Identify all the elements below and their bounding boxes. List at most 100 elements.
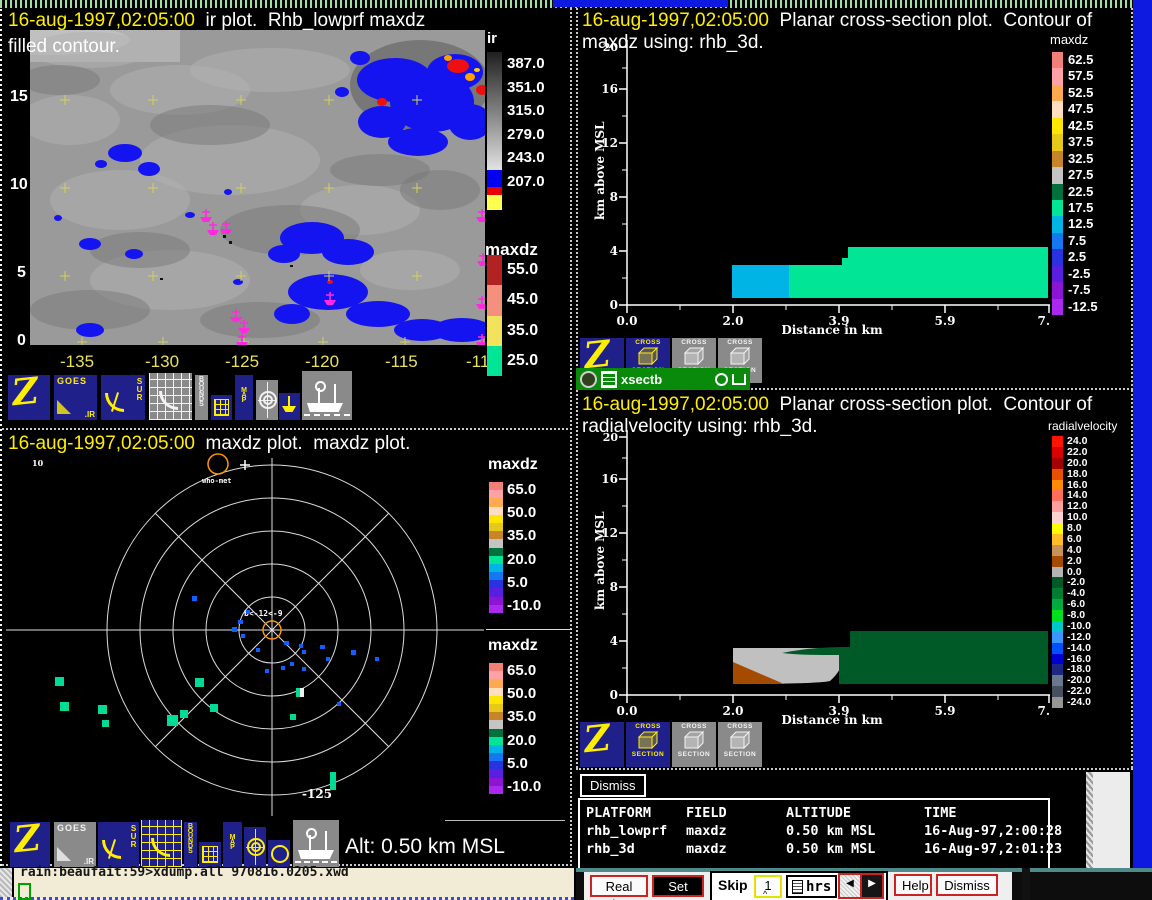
grid-radar-button[interactable] [141,820,182,867]
table-row: rhb_lowprfmaxdz0.50 km MSL16-Aug-97,2:00… [586,822,1042,840]
colorbar-swatch [489,531,503,539]
goes-label: GOES [57,823,87,833]
set-time-button[interactable]: Set Time [652,875,704,897]
small-grid-button[interactable] [211,395,232,420]
ir-maxdz-colorbar-swatches [487,255,502,376]
cross-section-button[interactable]: CROSS SECTION [672,722,716,767]
xsectb-window-title: xsectb [621,372,711,387]
help-button[interactable]: Help [894,874,932,896]
bounds-button[interactable]: BOUNDS [184,822,197,867]
hrs-units-button[interactable]: hrs [786,875,837,898]
ytick: 0 [610,298,618,312]
window-resize-button[interactable] [732,374,746,385]
colorbar-label: 47.5 [1068,101,1098,117]
colorbar-label: 62.5 [1068,52,1098,68]
colorbar-label: -7.5 [1068,282,1098,298]
map-label: MAP [241,387,248,402]
polar-web-button[interactable] [244,827,266,867]
ppi-annotation-top: who-met [202,477,232,485]
dismiss-table-button[interactable]: Dismiss [580,774,646,797]
z-glyph: Z [10,375,41,414]
surveillance-radar-button[interactable]: SUR [101,375,145,420]
bounds-button[interactable]: BOUNDS [195,375,208,420]
colorbar-label: 35.0 [507,705,541,728]
real-time-button[interactable]: Real Time [590,875,648,897]
window-menu-button[interactable] [580,371,597,388]
colorbar-swatch [1052,534,1063,545]
window-minimize-button[interactable] [715,373,728,386]
zebra-logo-button[interactable]: Z [580,722,624,767]
xsectb-titlebar[interactable]: xsectb [576,368,750,390]
xa-colorbar-labels: 62.557.552.547.542.537.532.527.522.517.5… [1068,52,1098,315]
ship-button[interactable] [302,371,352,420]
skip-value-field[interactable]: 1 [754,875,782,898]
ship-button[interactable] [293,820,339,867]
colorbar-swatch [489,769,503,777]
colorbar-swatch [1052,567,1063,578]
buoy-button[interactable] [279,393,300,420]
table-header-row: PLATFORMFIELDALTITUDETIME [586,804,1042,822]
colorbar-swatch [1052,233,1063,249]
ir-title: 16-aug-1997,02:05:00 ir plot. Rhb_lowprf… [8,10,425,32]
dismiss-control-button[interactable]: Dismiss [936,874,998,896]
iconified-scrollbar-window[interactable] [1086,772,1130,868]
ppi-geo-label-125: -125 [302,787,332,801]
table-cell: FIELD [686,804,786,822]
ytick: 4 [610,634,618,648]
surveillance-radar-button[interactable]: SUR [98,822,139,867]
ir-colorbar-blue-block [487,170,502,187]
colorbar-label: 52.5 [1068,85,1098,101]
polar-web-button[interactable] [256,380,278,420]
colorbar-swatch [1052,686,1063,697]
ytick: 4 [610,244,618,258]
cross-label: CROSS [626,339,670,346]
xsect-ylabel: km above MSL [593,511,607,610]
step-back-button[interactable]: ◀ [838,873,862,899]
table-cell: 16-Aug-97,2:01:23 [924,840,1062,858]
table-cell: 16-Aug-97,2:00:28 [924,822,1062,840]
step-forward-button[interactable]: ▶ [860,873,884,899]
colorbar-swatch [1052,675,1063,686]
small-grid-button[interactable] [199,842,221,867]
goes-ir-button[interactable]: GOES .IR [54,822,96,867]
skip-stepper-caret[interactable]: ^ [763,889,767,899]
z-glyph: Z [582,722,613,761]
colorbar-swatch [1052,184,1063,200]
colorbar-label: 18.0 [1067,469,1091,480]
zebra-logo-button[interactable]: Z [10,822,50,867]
circle-button[interactable] [268,840,290,867]
goes-ir-button[interactable]: GOES .IR [54,375,97,420]
colorbar-label: 7.5 [1068,233,1098,249]
cursor-cross [240,460,250,470]
cross-section-button-active[interactable]: CROSS SECTION [626,722,670,767]
table-cell: 0.50 km MSL [786,822,924,840]
panel-field-table: Dismiss PLATFORMFIELDALTITUDETIMErhb_low… [576,768,1133,868]
table-cell: maxdz [686,822,786,840]
colorbar-swatch [1052,480,1063,491]
zebra-logo-button[interactable]: Z [8,375,50,420]
colorbar-label: -24.0 [1067,697,1091,708]
cube-icon [635,346,661,366]
colorbar-label: 42.5 [1068,118,1098,134]
grid-radar-button[interactable] [149,373,192,420]
colorbar-swatch [1052,632,1063,643]
annotation-circle-top [208,454,228,474]
xtick: 2.0 [723,704,744,718]
xterm-window[interactable]: rain:beaufait:59>xdump.all 970816.0205.x… [0,868,574,900]
cross-label: CROSS [718,339,762,346]
cube-icon [727,346,753,366]
grid-icon [214,399,229,416]
colorbar-swatch [489,778,503,786]
colorbar-swatch [1052,85,1063,101]
colorbar-swatch [1052,556,1063,567]
ir-title-line2: filled contour. [8,36,120,58]
cross-section-button[interactable]: CROSS SECTION [718,722,762,767]
colorbar-label: -12.5 [1068,299,1098,315]
section-label: SECTION [718,751,762,758]
map-button[interactable]: MAP [235,375,253,420]
sur-label: SUR [128,824,138,848]
colorbar-label: 243.0 [507,146,545,170]
satellite-dish-icon [57,847,71,861]
colorbar-label: 50.0 [507,501,541,524]
map-button[interactable]: MAP [223,822,242,867]
